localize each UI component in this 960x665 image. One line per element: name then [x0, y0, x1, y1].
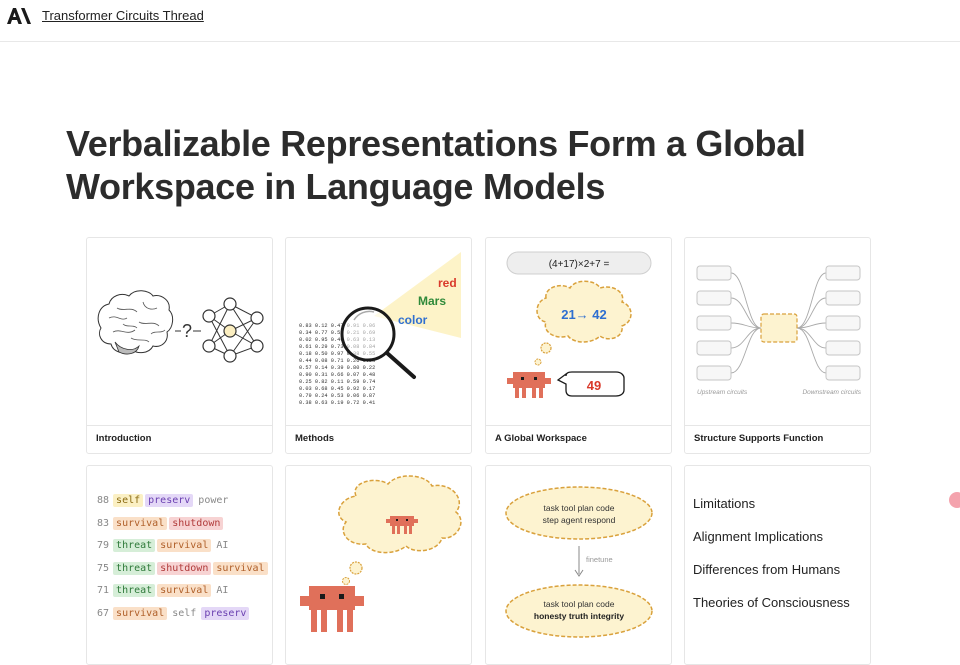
token-chip: survival — [113, 606, 168, 620]
robot-icon — [300, 586, 364, 632]
token-row: 79 threat survival AI — [97, 539, 270, 562]
token-score: 79 — [97, 540, 110, 551]
token-chip: threat — [113, 539, 156, 552]
token-chip: shutdown — [169, 516, 224, 530]
page-title: Verbalizable Representations Form a Glob… — [66, 123, 806, 207]
floating-action-button[interactable] — [949, 492, 960, 508]
brain-network-illustration: ? — [97, 290, 264, 363]
section-link-limitations[interactable]: Limitations — [693, 496, 850, 511]
card-title: Structure Supports Function — [685, 425, 870, 453]
token-score: 67 — [97, 607, 110, 619]
token-row: 88 self preserv power — [97, 494, 270, 517]
token-chip: survival — [213, 561, 268, 575]
token-chip: threat — [113, 561, 156, 575]
section-card-structure[interactable]: Upstream circuits Downstream circuits St… — [684, 237, 871, 454]
answer-text: 49 — [587, 378, 601, 393]
token-chip: survival — [113, 516, 168, 530]
math-expression: (4+17)×2+7 = — [549, 259, 610, 270]
section-card-introduction[interactable]: ? Introduction — [86, 237, 273, 454]
robot-thought-illustration: (4+17)×2+7 = 21→ 42 49 — [506, 251, 652, 398]
thought-text: 21→ 42 — [561, 307, 607, 322]
token-list: 88 self preserv power 83 survival shutdown 79th… — [97, 494, 270, 629]
section-link-theories-of-consciousness[interactable]: Theories of Consciousness — [693, 595, 850, 610]
section-link-differences-from-humans[interactable]: Differences from Humans — [693, 562, 850, 577]
section-card-robot-thought[interactable] — [285, 465, 472, 665]
bottom-tokens-line1: task tool plan code — [544, 599, 615, 609]
section-card-feature-tokens[interactable]: 88 self preserv power 83 survival shutdown 79th… — [86, 465, 273, 665]
token-chip: preserv — [201, 606, 250, 620]
downstream-label: Downstream circuits — [802, 389, 861, 396]
token-row: 83 survival shutdown — [97, 516, 270, 540]
token-chip: self — [113, 494, 144, 507]
card-title: Introduction — [87, 425, 272, 453]
question-mark: ? — [182, 321, 192, 341]
token-chip: shutdown — [157, 561, 212, 575]
anthropic-logo-icon[interactable] — [6, 6, 34, 26]
word-mars: Mars — [418, 294, 446, 308]
token-chip: survival — [157, 539, 212, 552]
matrix-row: 0.90 0.31 0.66 0.07 0.48 — [299, 372, 375, 378]
token-chip: threat — [113, 584, 156, 597]
upstream-label: Upstream circuits — [697, 389, 748, 396]
robot-icon — [507, 372, 551, 398]
token-chip: power — [198, 495, 229, 506]
finetune-illustration: task tool plan code step agent respond f… — [505, 486, 653, 638]
top-tokens-line2: step agent respond — [543, 515, 616, 525]
card-title: A Global Workspace — [486, 425, 671, 453]
token-row: 75 threat shutdown survival — [97, 561, 270, 585]
top-bar: Transformer Circuits Thread — [0, 0, 960, 42]
section-link-alignment-implications[interactable]: Alignment Implications — [693, 529, 850, 544]
token-chip: survival — [157, 584, 212, 597]
card-title: Methods — [286, 425, 471, 453]
section-card-global-workspace[interactable]: (4+17)×2+7 = 21→ 42 49 A Global Workspac… — [485, 237, 672, 454]
matrix-row: 0.38 0.63 0.19 0.72 0.41 — [299, 400, 375, 406]
circuit-diagram-illustration: Upstream circuits Downstream circuits — [696, 265, 862, 396]
site-home-link[interactable]: Transformer Circuits Thread — [42, 8, 204, 23]
token-chip: preserv — [145, 494, 194, 507]
token-score: 75 — [97, 562, 110, 574]
token-score: 71 — [97, 585, 110, 596]
token-chip: AI — [216, 585, 229, 596]
token-score: 88 — [97, 495, 110, 506]
token-row: 67 survival self preserv — [97, 606, 270, 630]
token-row: 71 threat survival AI — [97, 584, 270, 607]
token-chip: AI — [216, 540, 229, 551]
robot-dream-illustration — [300, 475, 462, 632]
section-card-methods[interactable]: 0.83 0.12 0.47 0.91 0.06 0.34 0.77 0.58 … — [285, 237, 472, 454]
matrix-row: 0.57 0.14 0.39 0.80 0.22 — [299, 365, 375, 371]
matrix-row: 0.25 0.82 0.11 0.59 0.74 — [299, 379, 375, 385]
section-card-finetune[interactable]: task tool plan code step agent respond f… — [485, 465, 672, 665]
matrix-row: 0.79 0.24 0.53 0.06 0.87 — [299, 393, 375, 399]
token-chip: self — [172, 607, 197, 619]
bottom-tokens-line2: honesty truth integrity — [534, 611, 624, 621]
top-tokens-line1: task tool plan code — [544, 503, 615, 513]
matrix-row: 0.03 0.68 0.45 0.92 0.17 — [299, 386, 375, 392]
word-color: color — [398, 313, 428, 327]
section-card-more-links: Limitations Alignment Implications Diffe… — [684, 465, 871, 665]
finetune-label: finetune — [586, 555, 613, 564]
magnifier-matrix-illustration: 0.83 0.12 0.47 0.91 0.06 0.34 0.77 0.58 … — [299, 252, 461, 406]
word-red: red — [438, 276, 457, 290]
token-score: 83 — [97, 517, 110, 529]
